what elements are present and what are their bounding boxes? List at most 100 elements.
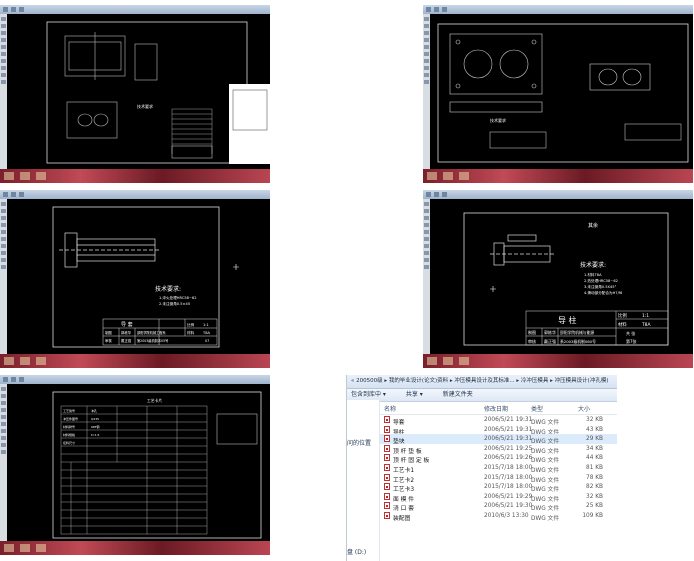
- file-date: 2006/5/21 19:30: [484, 503, 533, 510]
- file-size: 109 KB: [582, 513, 603, 519]
- file-explorer[interactable]: « 200500级 ▸ 我的毕业设计(论文)资料 ▸ 冲压模具设计及其标准...…: [346, 375, 617, 561]
- row-label-1: 工艺简号: [63, 408, 75, 413]
- drafter-name: 郭栋华: [544, 329, 556, 335]
- tech-line-2: 2.未注倒角0.5×45: [159, 301, 190, 306]
- class-name: 系2003级机制060号: [560, 339, 596, 344]
- cad-tool-palette[interactable]: [0, 199, 7, 354]
- school-name: 邵阳学院机械与能源: [560, 330, 594, 335]
- navigation-pane[interactable]: 问的位置 盘 (D:): [347, 400, 380, 561]
- column-size[interactable]: 大小: [578, 404, 590, 413]
- tech-line-1: 1.材料T8A: [584, 272, 602, 277]
- file-size: 43 KB: [586, 426, 603, 433]
- file-size: 32 KB: [586, 493, 603, 500]
- cad-tool-palette[interactable]: [0, 14, 7, 169]
- file-row[interactable]: 垫块 2006/5/21 19:31 DWG 文件 29 KB: [380, 434, 617, 445]
- dwg-file-icon: [384, 502, 390, 510]
- column-type[interactable]: 类型: [531, 404, 543, 413]
- file-row[interactable]: 导套 2006/5/21 19:31 DWG 文件 32 KB: [380, 415, 617, 426]
- dwg-file-icon: [384, 416, 390, 423]
- address-bar[interactable]: « 200500级 ▸ 我的毕业设计(论文)资料 ▸ 冲压模具设计及其标准...…: [347, 375, 617, 389]
- tech-line-2: 2.热处理HRC58~62: [584, 278, 618, 283]
- cad-canvas[interactable]: 技术要求: [430, 14, 693, 169]
- taskbar: [423, 354, 693, 368]
- taskbar: [0, 354, 270, 368]
- file-row[interactable]: 装配图 2010/6/3 13:30 DWG 文件 109 KB: [380, 511, 617, 522]
- row-label-4: 材料规格: [63, 432, 75, 437]
- file-row[interactable]: 浇 口 套 2006/5/21 19:30 DWG 文件 25 KB: [380, 501, 617, 512]
- cad-toolbar[interactable]: [0, 5, 270, 14]
- file-size: 82 KB: [586, 484, 603, 491]
- row-label-5: 坯料尺寸: [63, 440, 75, 445]
- cad-canvas[interactable]: 工艺卡片 工艺简号 冲压件图号 材料牌号 材料规格 坯料尺寸 冲孔 Q235 0…: [7, 384, 270, 541]
- cad-toolbar[interactable]: [423, 190, 693, 199]
- cad-tool-palette[interactable]: [0, 384, 7, 541]
- cad-window-guide-pillar[interactable]: 其余 技术要求: 1.材料T8A 2.热处理HRC58~62 3.未注倒角0.5…: [423, 190, 693, 368]
- taskbar: [423, 169, 693, 183]
- file-rows: 导套 2006/5/21 19:31 DWG 文件 32 KB 导柱 2006/5/21 …: [380, 415, 617, 561]
- sheet-number: 第7张: [626, 338, 637, 344]
- material-value: T8A: [641, 322, 650, 328]
- file-row[interactable]: 工艺卡1 2015/7/18 18:00 DWG 文件 81 KB: [380, 463, 617, 474]
- include-in-library-button[interactable]: 包含到库中 ▾: [351, 391, 386, 398]
- file-size: 29 KB: [586, 436, 603, 443]
- drafter-label: 制图: [105, 330, 112, 335]
- file-date: 2015/7/18 18:00: [484, 465, 533, 471]
- material-label: 材料: [187, 330, 195, 335]
- file-row[interactable]: 工艺卡3 2015/7/18 18:00 DWG 文件 82 KB: [380, 482, 617, 493]
- cad-canvas[interactable]: 技术要求: [7, 14, 270, 169]
- file-date: 2006/5/21 19:31: [484, 417, 533, 423]
- checker-label: 审核: [105, 338, 112, 343]
- material-label: 材料: [618, 321, 627, 328]
- file-row[interactable]: 导柱 2006/5/21 19:31 DWG 文件 43 KB: [380, 425, 617, 436]
- cad-canvas[interactable]: 其余 技术要求: 1.材料T8A 2.热处理HRC58~62 3.未注倒角0.5…: [430, 199, 693, 354]
- checker-label: 审核: [528, 338, 536, 344]
- dwg-file-icon: [384, 435, 390, 443]
- cad-toolbar[interactable]: [0, 375, 270, 384]
- taskbar: [0, 541, 270, 555]
- checker-name: 戴正强: [544, 338, 556, 344]
- cad-canvas[interactable]: 技术要求: 1.淬火处理HRC58~62 2.未注倒角0.5×45 导 套 比例…: [7, 199, 270, 354]
- row-label-2: 冲压件图号: [63, 416, 78, 421]
- row-value-2: Q235: [91, 417, 99, 421]
- cad-tool-palette[interactable]: [423, 199, 430, 354]
- file-row[interactable]: 顶 杆 固 定 板 2006/5/21 19:26 DWG 文件 44 KB: [380, 453, 617, 464]
- new-folder-button[interactable]: 新建文件夹: [443, 391, 473, 398]
- file-row[interactable]: 面 模 件 2006/5/21 19:29 DWG 文件 32 KB: [380, 492, 617, 503]
- tech-line-4: 4.滑动部分配合为H7/f6: [584, 290, 623, 295]
- dwg-file-icon: [384, 454, 390, 462]
- card-title: 工艺卡片: [147, 398, 162, 403]
- row-value-1: 冲孔: [91, 408, 97, 413]
- ratio-value: 1:1: [642, 313, 649, 319]
- cad-toolbar[interactable]: [423, 5, 693, 14]
- file-row[interactable]: 工艺卡2 2015/7/18 18:00 DWG 文件 78 KB: [380, 473, 617, 484]
- tech-line-3: 3.未注倒角0.5X45°: [584, 284, 617, 289]
- tech-title: 技术要求: [137, 103, 153, 109]
- file-type: DWG 文件: [531, 516, 560, 522]
- ratio-label: 比例: [618, 312, 627, 319]
- share-button[interactable]: 共享 ▾: [406, 391, 423, 398]
- column-date[interactable]: 修改日期: [484, 404, 508, 413]
- row-value-3: 08F钢: [91, 424, 100, 429]
- file-list[interactable]: 名称 修改日期 类型 大小 导套 2006/5/21 19:31 DWG 文件 32 …: [380, 400, 617, 561]
- cad-window-assembly[interactable]: 技术要求: [0, 5, 270, 183]
- cad-window-punch[interactable]: 技术要求: [423, 5, 693, 183]
- cad-toolbar[interactable]: [0, 190, 270, 199]
- file-size: 32 KB: [586, 417, 603, 423]
- cad-window-process-card[interactable]: 工艺卡片 工艺简号 冲压件图号 材料牌号 材料规格 坯料尺寸 冲孔 Q235 0…: [0, 375, 270, 555]
- file-row[interactable]: 顶 杆 垫 板 2006/5/21 19:25 DWG 文件 34 KB: [380, 444, 617, 455]
- dwg-file-icon: [384, 512, 390, 519]
- nav-location[interactable]: 问的位置: [347, 438, 371, 447]
- column-name[interactable]: 名称: [384, 404, 396, 413]
- file-date: 2015/7/18 18:00: [484, 474, 533, 481]
- tech-title: 技术要求:: [580, 261, 606, 269]
- dwg-file-icon: [384, 483, 390, 491]
- file-date: 2010/6/3 13:30: [484, 513, 529, 519]
- dwg-file-icon: [384, 444, 390, 452]
- nav-drive-d[interactable]: 盘 (D:): [347, 547, 366, 556]
- tech-title: 技术要求: [490, 117, 506, 123]
- file-date: 2006/5/21 19:31: [484, 436, 533, 443]
- part-name: 导 套: [121, 321, 133, 328]
- dwg-file-icon: [384, 425, 390, 433]
- cad-window-guide-bushing[interactable]: 技术要求: 1.淬火处理HRC58~62 2.未注倒角0.5×45 导 套 比例…: [0, 190, 270, 368]
- cad-tool-palette[interactable]: [423, 14, 430, 169]
